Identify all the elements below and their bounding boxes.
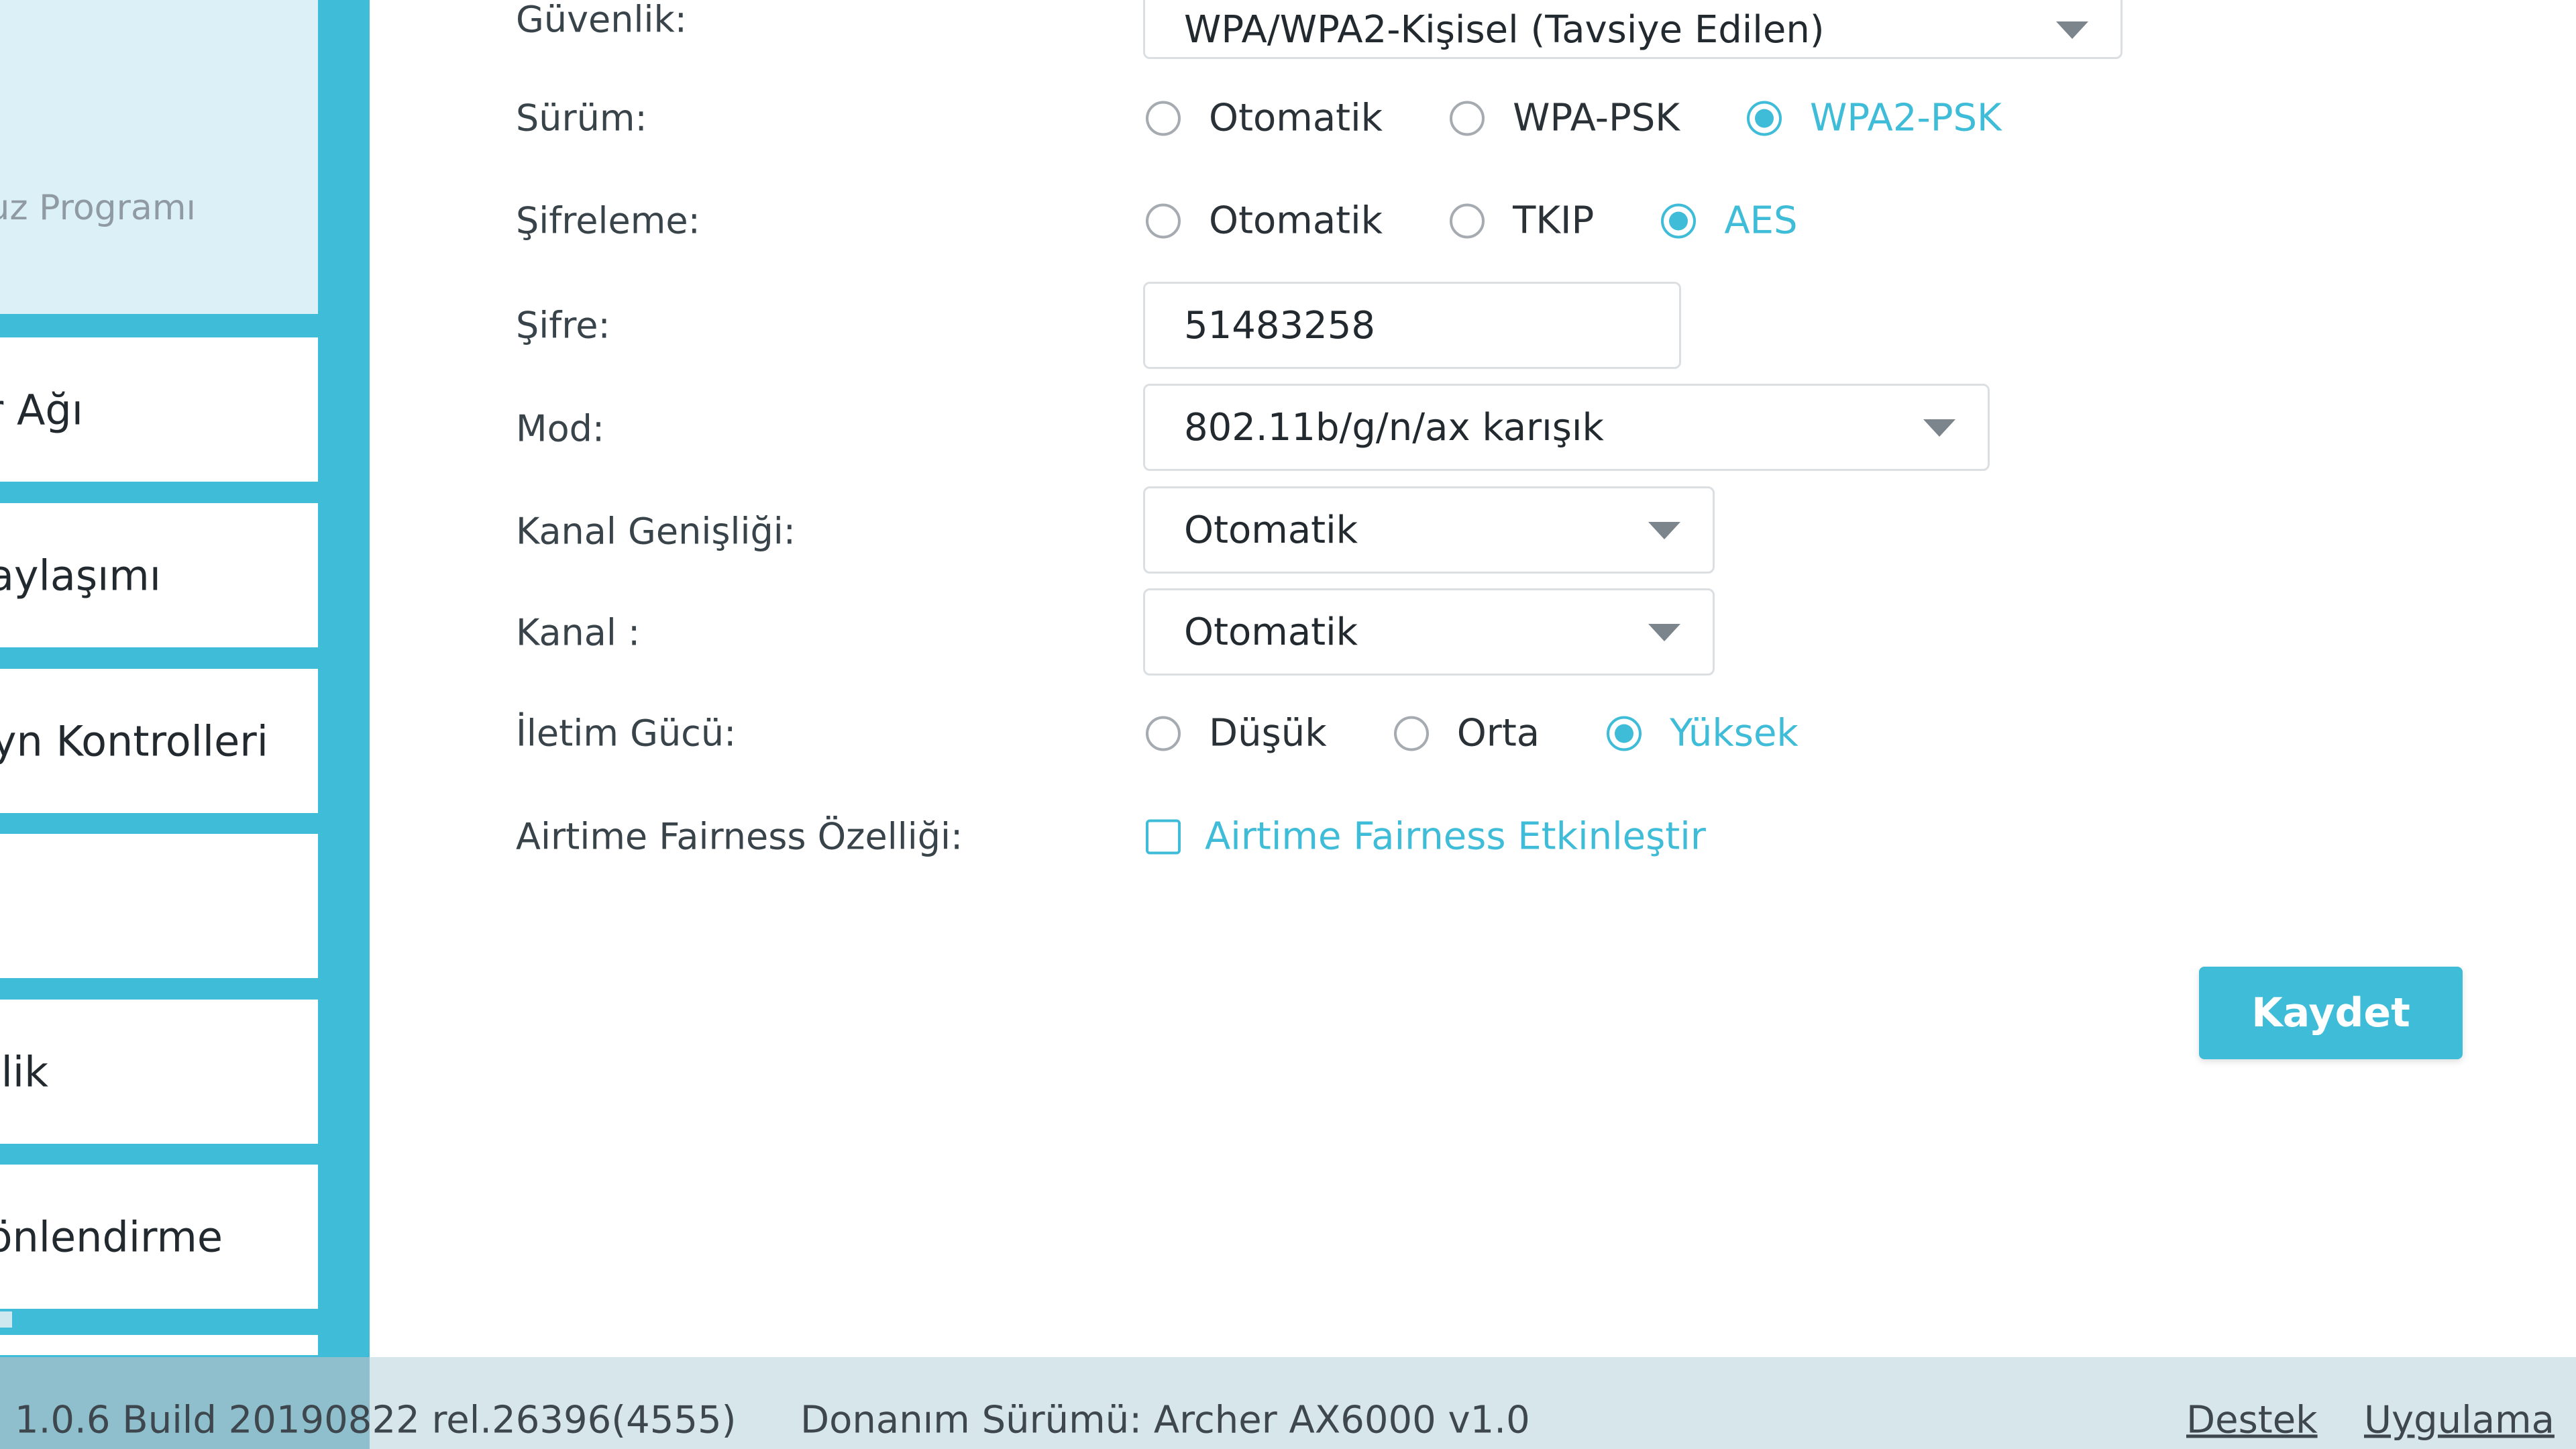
hardware-version: Donanım Sürümü: Archer AX6000 v1.0 — [800, 1398, 1530, 1442]
version-radio-group: Otomatik WPA-PSK WPA2-PSK — [1146, 97, 2002, 140]
channel-label: Kanal : — [516, 611, 641, 654]
sidebar: uz Programı r Ağı aylaşımı yn Kontroller… — [0, 0, 370, 1449]
sidebar-item-label: lik — [1, 1047, 48, 1096]
transmit-power-option-low[interactable]: Düşük — [1146, 712, 1327, 755]
encryption-option-aes[interactable]: AES — [1661, 199, 1798, 243]
mode-select[interactable]: 802.11b/g/n/ax karışık — [1143, 384, 1990, 471]
security-value: WPA/WPA2-Kişisel (Tavsiye Edilen) — [1184, 7, 1825, 52]
chevron-down-icon — [1648, 624, 1680, 641]
version-label: Sürüm: — [516, 97, 647, 140]
airtime-fairness-checkbox-label: Airtime Fairness Etkinleştir — [1205, 814, 1706, 859]
radio-button[interactable] — [1146, 203, 1181, 238]
password-input[interactable]: 51483258 — [1143, 282, 1681, 369]
sidebar-item-label: önlendirme — [0, 1212, 223, 1261]
encryption-option-tkip[interactable]: TKIP — [1450, 199, 1594, 243]
sidebar-item-sharing[interactable]: aylaşımı — [0, 503, 318, 647]
transmit-power-label: İletim Gücü: — [516, 712, 737, 755]
channel-select[interactable]: Otomatik — [1143, 588, 1715, 676]
sidebar-item-network[interactable]: r Ağı — [0, 337, 318, 482]
password-label: Şifre: — [516, 304, 610, 347]
radio-button[interactable] — [1393, 716, 1429, 751]
firmware-version: 1.0.6 Build 20190822 rel.26396(4555) — [15, 1398, 737, 1442]
chevron-down-icon — [1648, 522, 1680, 539]
channel-width-select[interactable]: Otomatik — [1143, 486, 1715, 574]
sidebar-item-parental-controls[interactable]: yn Kontrolleri — [0, 669, 318, 813]
save-button[interactable]: Kaydet — [2199, 967, 2463, 1059]
support-link[interactable]: Destek — [2186, 1399, 2318, 1442]
chevron-down-icon — [1923, 419, 1955, 437]
sidebar-item-label: yn Kontrolleri — [0, 716, 268, 765]
version-option-wpa2-psk[interactable]: WPA2-PSK — [1747, 97, 2002, 140]
sidebar-item-forwarding[interactable]: önlendirme — [0, 1165, 318, 1309]
channel-width-label: Kanal Genişliği: — [516, 510, 796, 553]
sidebar-item-partial[interactable] — [0, 1335, 318, 1355]
version-option-wpa-psk[interactable]: WPA-PSK — [1450, 97, 1680, 140]
channel-value: Otomatik — [1184, 610, 1358, 654]
transmit-power-radio-group: Düşük Orta Yüksek — [1146, 712, 1799, 755]
airtime-fairness-label: Airtime Fairness Özelliği: — [516, 815, 963, 858]
radio-label: Yüksek — [1670, 711, 1799, 755]
password-value: 51483258 — [1184, 303, 1376, 347]
sidebar-item-blank[interactable] — [0, 834, 318, 978]
security-label: Güvenlik: — [516, 0, 687, 41]
radio-button-selected[interactable] — [1661, 203, 1697, 238]
radio-label: Otomatik — [1209, 96, 1383, 140]
router-settings-page: uz Programı r Ağı aylaşımı yn Kontroller… — [0, 0, 2576, 1449]
sidebar-item-label: r Ağı — [0, 385, 83, 434]
radio-label: TKIP — [1513, 199, 1595, 243]
footer: 1.0.6 Build 20190822 rel.26396(4555) Don… — [0, 1357, 2576, 1449]
radio-button-selected[interactable] — [1747, 101, 1782, 136]
radio-label: Düşük — [1209, 711, 1327, 755]
sidebar-item-label: aylaşımı — [0, 551, 161, 600]
radio-button[interactable] — [1450, 101, 1485, 136]
radio-label: AES — [1724, 199, 1798, 243]
radio-button[interactable] — [1146, 101, 1181, 136]
encryption-label: Şifreleme: — [516, 199, 700, 242]
version-option-auto[interactable]: Otomatik — [1146, 97, 1383, 140]
sidebar-item-security[interactable]: lik — [0, 1000, 318, 1144]
transmit-power-option-medium[interactable]: Orta — [1393, 711, 1540, 755]
airtime-fairness-checkbox[interactable] — [1146, 819, 1181, 854]
radio-label: Orta — [1456, 711, 1540, 755]
radio-button-selected[interactable] — [1607, 716, 1642, 751]
airtime-fairness-checkbox-row[interactable]: Airtime Fairness Etkinleştir — [1146, 815, 1706, 859]
channel-width-value: Otomatik — [1184, 508, 1358, 552]
chevron-down-icon — [2056, 21, 2088, 39]
app-link[interactable]: Uygulama — [2364, 1399, 2555, 1442]
mode-label: Mod: — [516, 407, 605, 450]
encryption-option-auto[interactable]: Otomatik — [1146, 199, 1383, 243]
radio-label: Otomatik — [1209, 199, 1383, 243]
sidebar-scroll-indicator[interactable] — [0, 1311, 12, 1328]
wireless-settings-form: Güvenlik: WPA/WPA2-Kişisel (Tavsiye Edil… — [370, 0, 2576, 1357]
radio-label: WPA2-PSK — [1810, 96, 2002, 140]
radio-label: WPA-PSK — [1513, 96, 1680, 140]
radio-button[interactable] — [1146, 716, 1181, 751]
transmit-power-option-high[interactable]: Yüksek — [1607, 712, 1799, 755]
mode-value: 802.11b/g/n/ax karışık — [1184, 405, 1604, 449]
sidebar-item-active[interactable]: uz Programı — [0, 0, 318, 314]
security-select[interactable]: WPA/WPA2-Kişisel (Tavsiye Edilen) — [1143, 0, 2123, 59]
sidebar-item-label: uz Programı — [0, 188, 196, 228]
radio-button[interactable] — [1450, 203, 1485, 238]
encryption-radio-group: Otomatik TKIP AES — [1146, 199, 1798, 243]
